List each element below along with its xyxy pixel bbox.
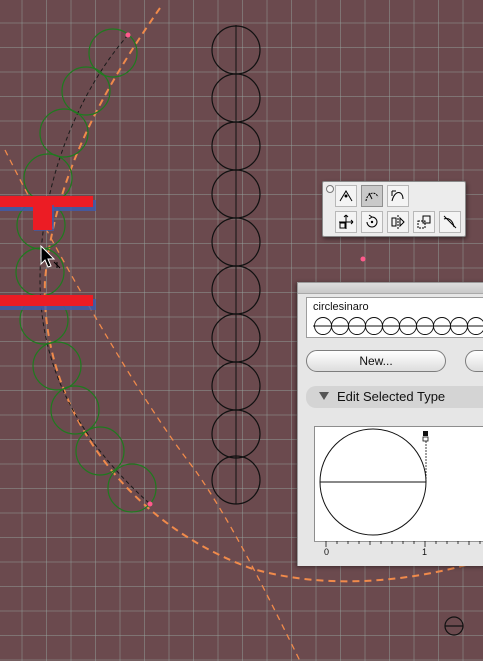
type-list-item[interactable]: circlesinaro xyxy=(306,297,483,338)
panel-title-bar[interactable] xyxy=(298,283,483,294)
reflect-tool[interactable] xyxy=(387,211,409,233)
arc-circle[interactable] xyxy=(61,66,111,116)
anchor-point-floating[interactable] xyxy=(360,256,366,262)
add-point-tool-icon xyxy=(339,190,353,202)
ruler-label-1: 1 xyxy=(422,547,428,557)
curve-tool[interactable] xyxy=(387,185,409,207)
arc-circle[interactable] xyxy=(39,108,89,158)
curve-tool-icon xyxy=(391,190,404,202)
arc-tool-icon xyxy=(365,192,379,202)
arc-circle[interactable] xyxy=(50,385,100,435)
section-title: Edit Selected Type xyxy=(337,389,446,404)
preview-handle-icon[interactable] xyxy=(423,431,428,436)
arc-circle[interactable] xyxy=(32,341,82,391)
rotate-tool-icon xyxy=(366,214,378,228)
arc-circle[interactable] xyxy=(23,153,73,203)
move-tool-icon xyxy=(339,214,354,229)
arc-circle-group xyxy=(15,28,157,513)
anchor-point-end[interactable] xyxy=(147,501,153,507)
type-editor-panel: circlesinaro New... Edit Selected Type 0… xyxy=(297,282,483,566)
tool-palette xyxy=(322,181,466,237)
arc-tool[interactable] xyxy=(361,185,383,207)
ruler-label-0: 0 xyxy=(324,547,330,557)
scale-tool[interactable] xyxy=(413,211,435,233)
new-type-button[interactable]: New... xyxy=(306,350,446,372)
close-icon[interactable] xyxy=(326,185,334,193)
rotate-tool[interactable] xyxy=(361,211,383,233)
edit-selected-type-section[interactable]: Edit Selected Type xyxy=(306,386,483,408)
add-point-tool[interactable] xyxy=(335,185,357,207)
scale-tool-icon xyxy=(417,215,431,229)
type-preview-icon xyxy=(313,317,483,335)
type-shape-preview[interactable] xyxy=(314,426,483,543)
pen-tool-icon xyxy=(443,215,457,229)
secondary-button[interactable] xyxy=(465,350,483,372)
disclosure-triangle-icon[interactable] xyxy=(319,392,329,400)
circle-line-icon[interactable] xyxy=(443,615,465,637)
pen-tool[interactable] xyxy=(439,211,461,233)
type-name: circlesinaro xyxy=(313,301,369,313)
reflect-tool-icon xyxy=(391,215,405,229)
arc-path xyxy=(39,34,151,505)
anchor-point-start[interactable] xyxy=(125,32,131,38)
move-tool[interactable] xyxy=(335,211,357,233)
preview-ruler: 0 1 xyxy=(314,541,483,563)
